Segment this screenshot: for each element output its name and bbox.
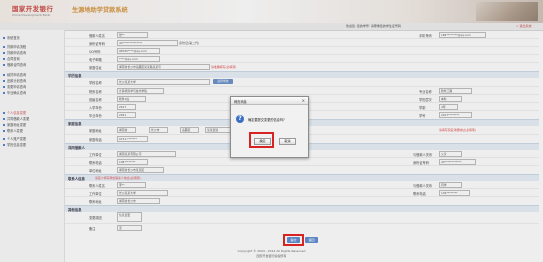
dialog-cancel-button[interactable]: 取消 <box>279 138 296 145</box>
submit-button[interactable]: 提交 <box>287 237 300 243</box>
confirm-dialog: 网页消息 × ? 确定要提交变更的信息吗? 确定 取消 <box>230 96 309 158</box>
back-button[interactable]: 返回 <box>305 237 318 243</box>
dialog-title: 网页消息 <box>234 99 247 104</box>
question-icon: ? <box>236 115 244 123</box>
dialog-ok-button[interactable]: 确定 <box>254 138 271 145</box>
footer-copyright: Copyright © 2004 - 2014 All Rights Reser… <box>237 249 306 253</box>
dialog-titlebar: 网页消息 × <box>231 97 308 105</box>
dialog-message: 确定要提交变更的信息吗? <box>248 118 285 122</box>
close-icon[interactable]: × <box>302 98 305 103</box>
footer-owner: 国家开发银行版权所有 <box>256 254 287 258</box>
